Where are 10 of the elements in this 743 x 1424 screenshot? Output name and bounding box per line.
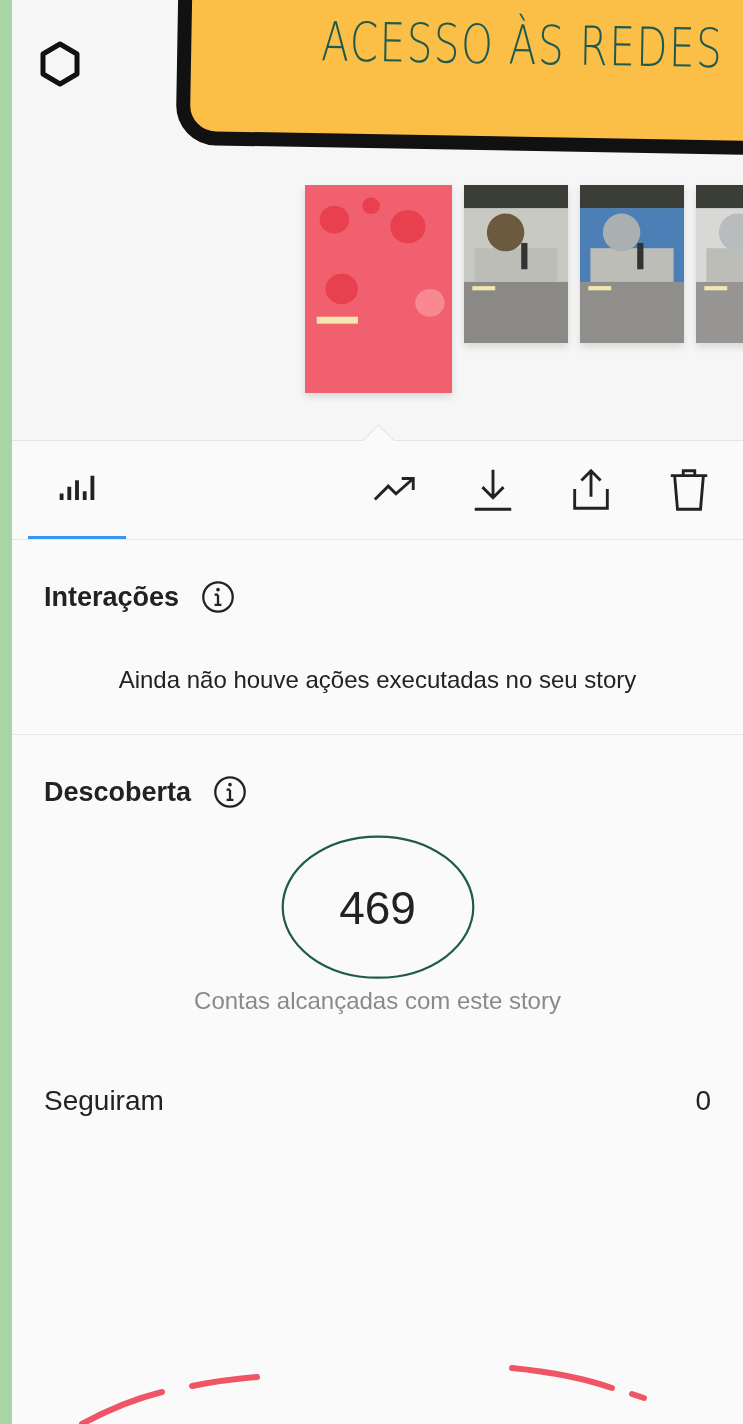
reach-caption: Contas alcançadas com este story: [193, 987, 562, 1015]
info-icon[interactable]: [213, 775, 248, 809]
info-icon[interactable]: [201, 580, 236, 614]
section-title: Interações: [44, 581, 180, 613]
banner-title: ACESSO ÀS REDES: [320, 10, 724, 81]
section-title: Descoberta: [44, 776, 192, 808]
empty-message: Ainda não houve ações executadas no seu story: [117, 666, 638, 694]
metric-value: 0: [695, 1085, 711, 1117]
metric-label: Seguiram: [44, 1085, 164, 1117]
reach-count: 469: [339, 881, 416, 935]
